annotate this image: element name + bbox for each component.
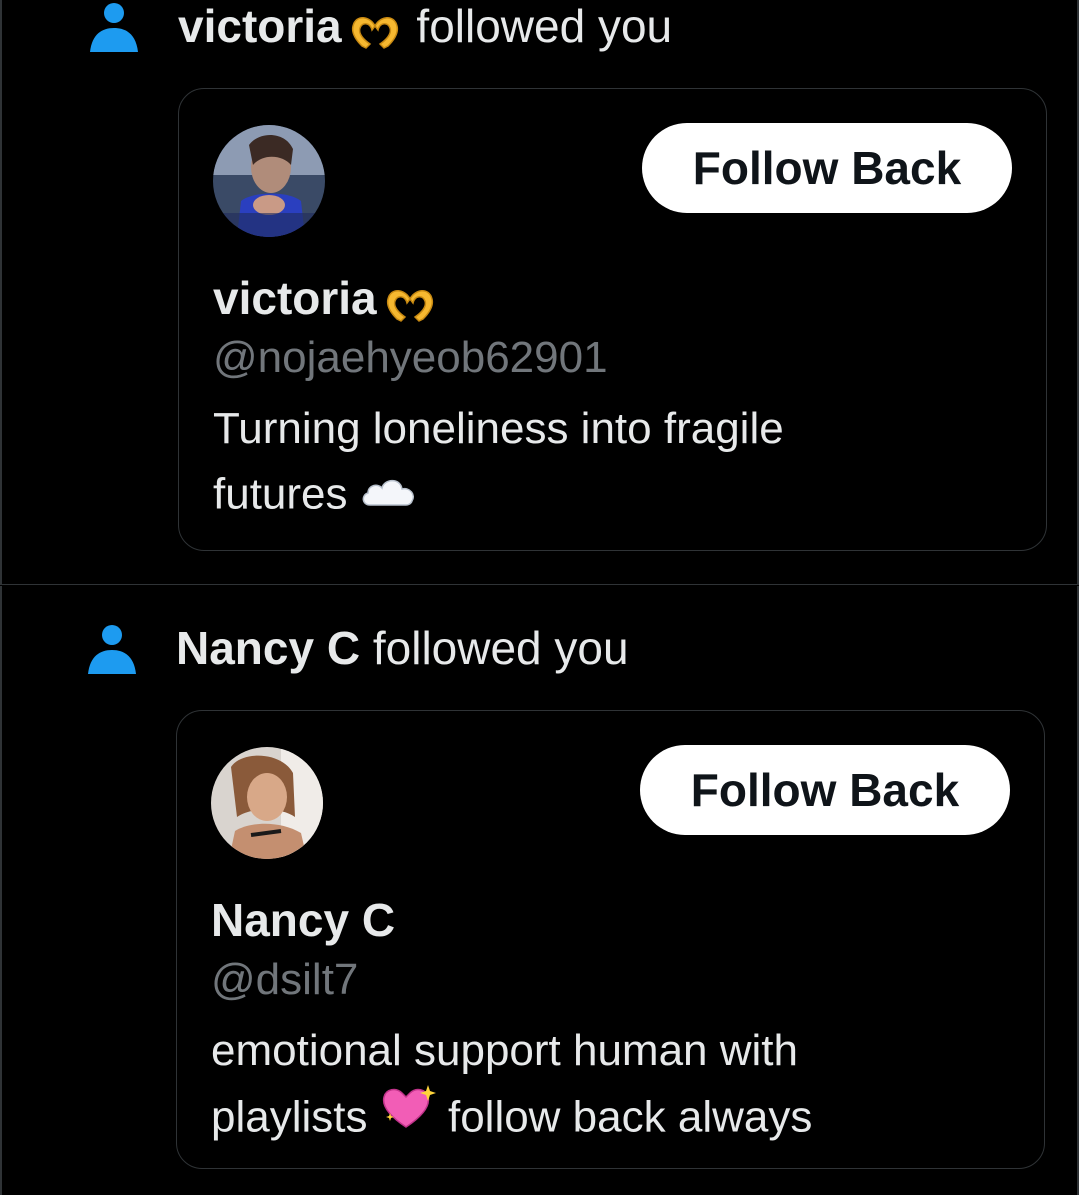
notification-action: followed you bbox=[416, 0, 673, 52]
notification-action: followed you bbox=[372, 622, 629, 674]
display-name[interactable]: Nancy C bbox=[211, 893, 395, 947]
person-icon bbox=[88, 0, 140, 52]
user-bio: Turning loneliness into fragile futures bbox=[213, 397, 1013, 533]
user-handle: @nojaehyeob62901 bbox=[213, 333, 608, 382]
bio-line: emotional support human with bbox=[211, 1026, 798, 1075]
bio-line: follow back always bbox=[447, 1092, 813, 1142]
user-card[interactable]: Follow Back Nancy C @dsilt7 emotional su… bbox=[176, 710, 1045, 1169]
display-name[interactable]: victoria bbox=[213, 271, 439, 325]
follower-name[interactable]: victoria bbox=[178, 0, 342, 52]
display-name-text: victoria bbox=[213, 272, 377, 324]
follower-name[interactable]: Nancy C bbox=[176, 622, 360, 674]
heart-hands-emoji bbox=[350, 8, 400, 49]
notification-headline: Nancy C followed you bbox=[86, 622, 629, 674]
follow-back-button[interactable]: Follow Back bbox=[640, 745, 1010, 835]
heart-hands-emoji bbox=[385, 280, 435, 322]
avatar[interactable] bbox=[213, 125, 325, 237]
user-card[interactable]: Follow Back victoria @nojaehyeob62901 Tu… bbox=[178, 88, 1047, 551]
cloud-emoji bbox=[360, 461, 416, 525]
follow-back-button[interactable]: Follow Back bbox=[642, 123, 1012, 213]
sparkling-heart-emoji bbox=[380, 1083, 436, 1149]
bio-line: futures bbox=[213, 469, 348, 519]
notification-item[interactable]: victoria followed you Follow Back victor… bbox=[0, 0, 1079, 585]
avatar[interactable] bbox=[211, 747, 323, 859]
person-icon bbox=[86, 622, 138, 674]
user-bio: emotional support human with playlists f… bbox=[211, 1019, 1011, 1157]
bio-line: playlists bbox=[211, 1092, 368, 1142]
notification-headline: victoria followed you bbox=[88, 0, 672, 52]
user-handle: @dsilt7 bbox=[211, 955, 359, 1004]
bio-line: Turning loneliness into fragile bbox=[213, 404, 784, 453]
